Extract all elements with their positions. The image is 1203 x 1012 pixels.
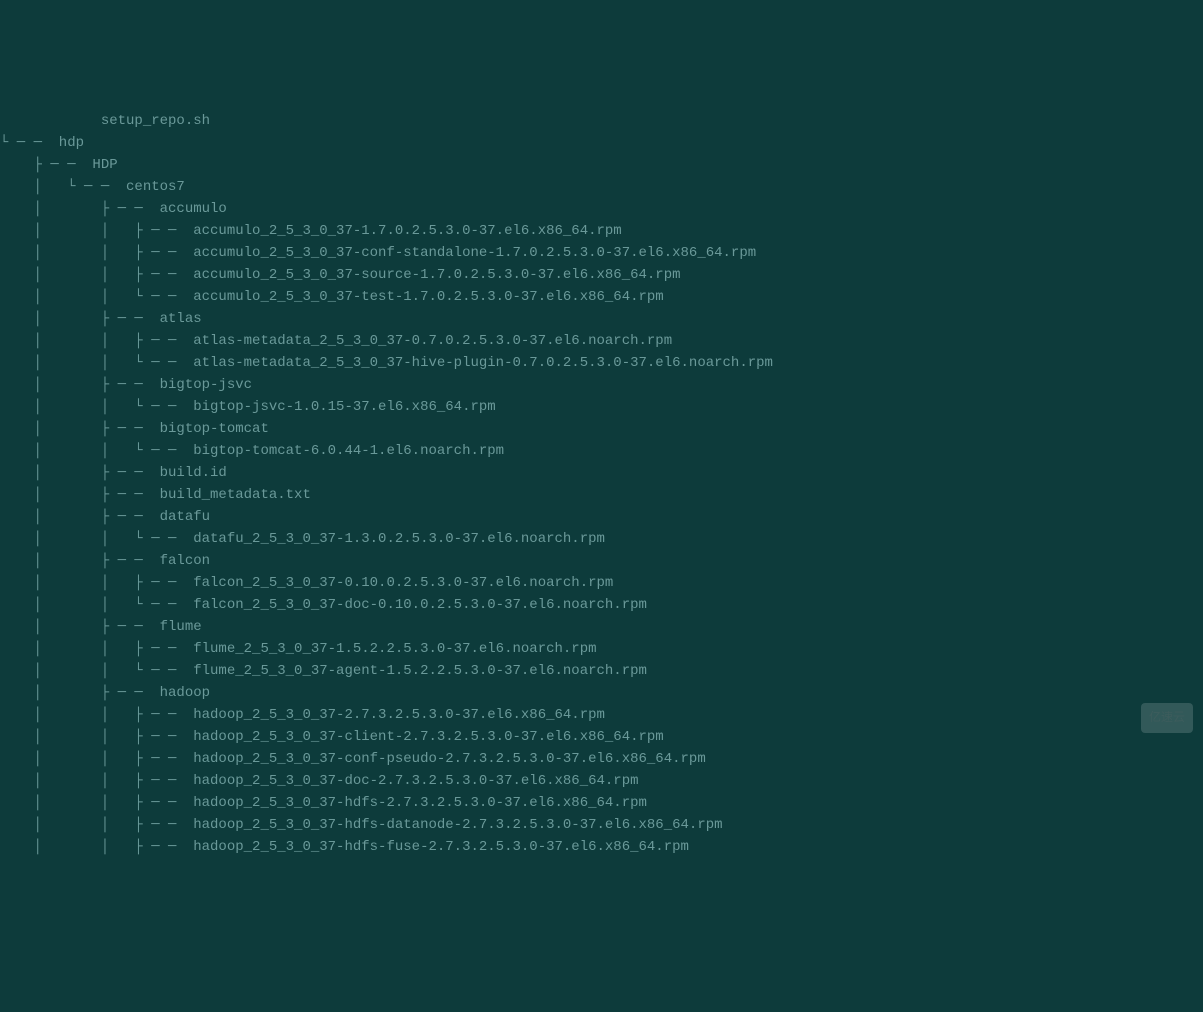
tree-line: ├ ─ ─ HDP bbox=[0, 154, 1203, 176]
tree-line: │ │ ├ ─ ─ accumulo_2_5_3_0_37-conf-stand… bbox=[0, 242, 1203, 264]
tree-line: │ │ ├ ─ ─ hadoop_2_5_3_0_37-2.7.3.2.5.3.… bbox=[0, 704, 1203, 726]
watermark: 亿速云 bbox=[1141, 703, 1193, 733]
tree-line: │ │ ├ ─ ─ atlas-metadata_2_5_3_0_37-0.7.… bbox=[0, 330, 1203, 352]
tree-line: │ ├ ─ ─ datafu bbox=[0, 506, 1203, 528]
tree-line: │ ├ ─ ─ bigtop-tomcat bbox=[0, 418, 1203, 440]
tree-line: │ └ ─ ─ centos7 bbox=[0, 176, 1203, 198]
tree-line: │ │ └ ─ ─ bigtop-tomcat-6.0.44-1.el6.noa… bbox=[0, 440, 1203, 462]
tree-line: setup_repo.sh bbox=[0, 110, 1203, 132]
tree-line: │ │ ├ ─ ─ hadoop_2_5_3_0_37-doc-2.7.3.2.… bbox=[0, 770, 1203, 792]
tree-line: │ │ ├ ─ ─ falcon_2_5_3_0_37-0.10.0.2.5.3… bbox=[0, 572, 1203, 594]
tree-line: │ │ ├ ─ ─ flume_2_5_3_0_37-1.5.2.2.5.3.0… bbox=[0, 638, 1203, 660]
tree-line: │ ├ ─ ─ atlas bbox=[0, 308, 1203, 330]
tree-line: │ │ └ ─ ─ bigtop-jsvc-1.0.15-37.el6.x86_… bbox=[0, 396, 1203, 418]
tree-line: │ │ ├ ─ ─ hadoop_2_5_3_0_37-client-2.7.3… bbox=[0, 726, 1203, 748]
tree-line: │ │ ├ ─ ─ accumulo_2_5_3_0_37-1.7.0.2.5.… bbox=[0, 220, 1203, 242]
tree-line: │ ├ ─ ─ falcon bbox=[0, 550, 1203, 572]
tree-line: │ │ ├ ─ ─ hadoop_2_5_3_0_37-hdfs-datanod… bbox=[0, 814, 1203, 836]
tree-line: │ │ ├ ─ ─ hadoop_2_5_3_0_37-hdfs-fuse-2.… bbox=[0, 836, 1203, 858]
tree-line: │ │ ├ ─ ─ hadoop_2_5_3_0_37-conf-pseudo-… bbox=[0, 748, 1203, 770]
tree-line: │ ├ ─ ─ hadoop bbox=[0, 682, 1203, 704]
tree-line: │ │ └ ─ ─ falcon_2_5_3_0_37-doc-0.10.0.2… bbox=[0, 594, 1203, 616]
tree-line: │ ├ ─ ─ build_metadata.txt bbox=[0, 484, 1203, 506]
tree-line: │ │ ├ ─ ─ accumulo_2_5_3_0_37-source-1.7… bbox=[0, 264, 1203, 286]
tree-line: │ ├ ─ ─ bigtop-jsvc bbox=[0, 374, 1203, 396]
tree-line: │ │ └ ─ ─ datafu_2_5_3_0_37-1.3.0.2.5.3.… bbox=[0, 528, 1203, 550]
tree-line: │ ├ ─ ─ accumulo bbox=[0, 198, 1203, 220]
tree-line: │ │ └ ─ ─ flume_2_5_3_0_37-agent-1.5.2.2… bbox=[0, 660, 1203, 682]
tree-line: │ ├ ─ ─ build.id bbox=[0, 462, 1203, 484]
tree-line: │ ├ ─ ─ flume bbox=[0, 616, 1203, 638]
tree-line: └ ─ ─ hdp bbox=[0, 132, 1203, 154]
tree-line: │ │ └ ─ ─ atlas-metadata_2_5_3_0_37-hive… bbox=[0, 352, 1203, 374]
tree-line: │ │ ├ ─ ─ hadoop_2_5_3_0_37-hdfs-2.7.3.2… bbox=[0, 792, 1203, 814]
tree-line: │ │ └ ─ ─ accumulo_2_5_3_0_37-test-1.7.0… bbox=[0, 286, 1203, 308]
